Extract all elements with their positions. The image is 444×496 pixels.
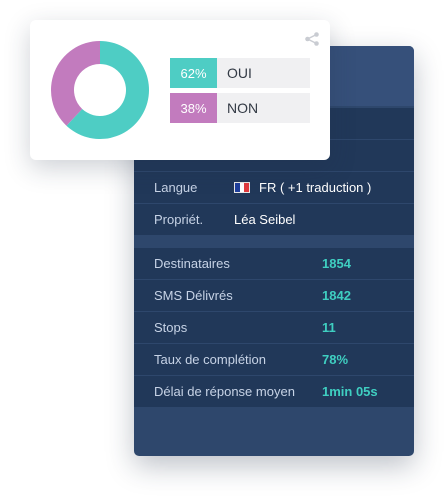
answer-label: OUI (227, 65, 252, 81)
owner-label: Propriét. (154, 212, 204, 227)
share-icon[interactable] (304, 31, 320, 47)
poll-donut-chart (51, 41, 150, 139)
stat-label: Délai de réponse moyen (154, 384, 295, 399)
stat-row: SMS Délivrés 1842 (134, 280, 414, 311)
answer-percent-badge: 62% (170, 58, 217, 88)
answer-label: NON (227, 100, 259, 116)
stat-label: Destinataires (154, 256, 230, 271)
language-label: Langue (154, 180, 198, 195)
stat-value: 1842 (322, 288, 351, 303)
stat-value: 11 (322, 320, 336, 335)
stat-row: Délai de réponse moyen 1min 05s (134, 376, 414, 407)
answer-percent-badge: 38% (170, 93, 217, 123)
owner-row: Propriét. Léa Seibel (134, 204, 414, 235)
answer-no: 38% NON (170, 93, 310, 123)
donut-slice-non (51, 41, 100, 126)
stat-value: 78% (322, 352, 349, 367)
stat-row: Stops 11 (134, 312, 414, 343)
language-value: FR ( +1 traduction ) (259, 180, 372, 195)
france-flag-icon (234, 182, 250, 193)
stat-value: 1854 (322, 256, 351, 271)
stat-label: Stops (154, 320, 188, 335)
language-row: Langue FR ( +1 traduction ) (134, 172, 414, 203)
owner-value: Léa Seibel (234, 212, 296, 227)
stat-row: Taux de complétion 78% (134, 344, 414, 375)
stat-label: Taux de complétion (154, 352, 267, 367)
stat-row: Destinataires 1854 (134, 248, 414, 279)
stat-value: 1min 05s (322, 384, 378, 399)
stat-label: SMS Délivrés (154, 288, 233, 303)
answer-yes: 62% OUI (170, 58, 310, 88)
poll-result-card: 62% OUI 38% NON (30, 20, 330, 160)
